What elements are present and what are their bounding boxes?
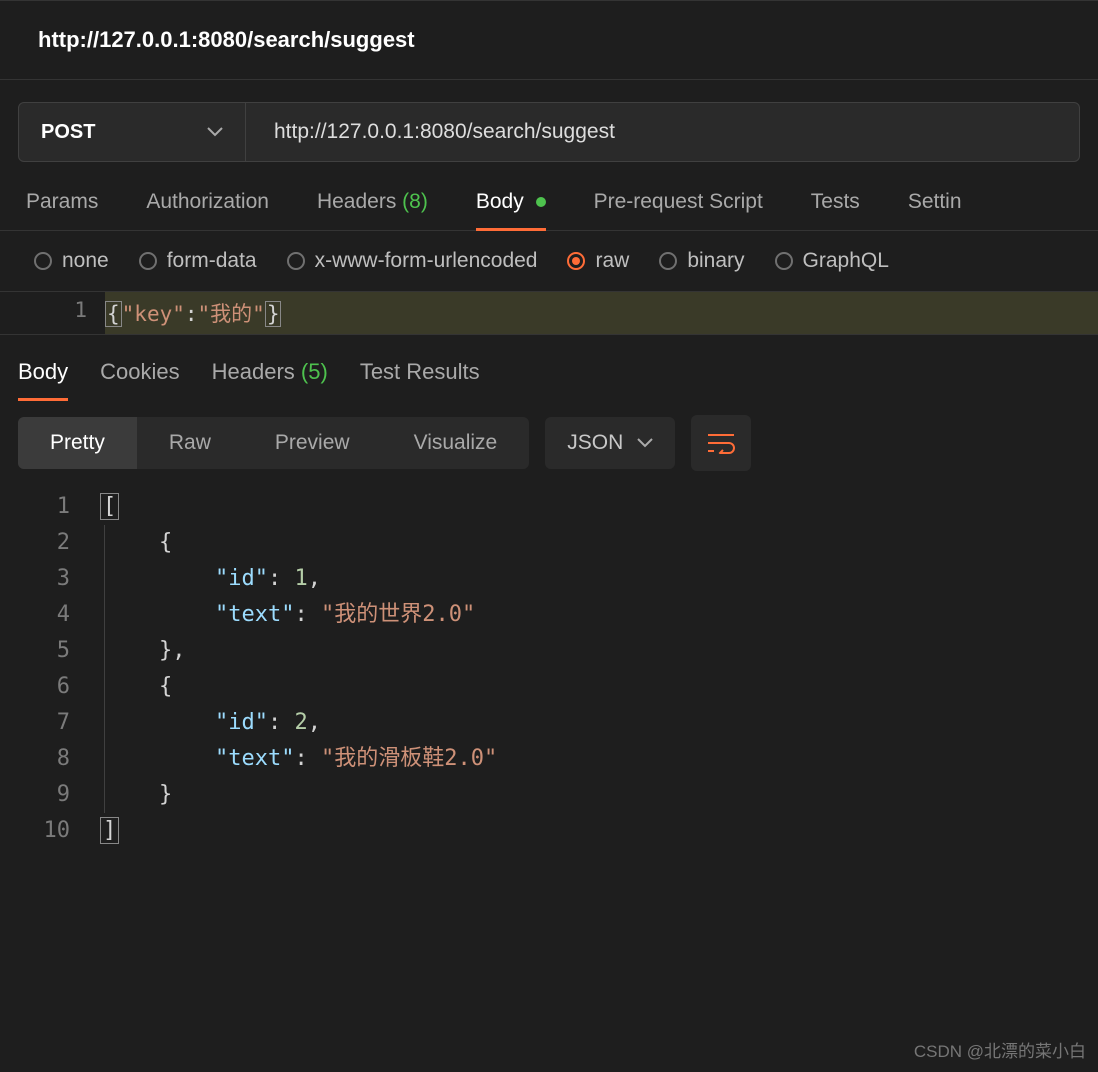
response-section: Body Cookies Headers (5) Test Results Pr…: [0, 334, 1098, 849]
resp-headers-count: (5): [301, 359, 328, 384]
tab-body[interactable]: Body: [476, 190, 546, 230]
view-pretty[interactable]: Pretty: [18, 417, 137, 469]
request-body-line: {"key":"我的"}: [105, 292, 1098, 334]
http-method-label: POST: [41, 121, 95, 144]
radio-icon: [775, 252, 793, 270]
active-dot-icon: [536, 197, 546, 207]
radio-icon: [139, 252, 157, 270]
watermark: CSDN @北漂的菜小白: [914, 1037, 1086, 1062]
view-raw[interactable]: Raw: [137, 417, 243, 469]
request-title: http://127.0.0.1:8080/search/suggest: [0, 0, 1098, 80]
response-tabs: Body Cookies Headers (5) Test Results: [0, 343, 1098, 401]
body-type-binary[interactable]: binary: [659, 249, 744, 273]
format-select[interactable]: JSON: [545, 417, 675, 469]
tab-headers[interactable]: Headers (8): [317, 190, 428, 230]
body-type-urlencoded[interactable]: x-www-form-urlencoded: [287, 249, 538, 273]
http-method-select[interactable]: POST: [18, 102, 246, 162]
response-code: [ { "id": 1, "text": "我的世界2.0" }, { "id"…: [100, 489, 1098, 849]
radio-icon: [567, 252, 585, 270]
resp-tab-testresults[interactable]: Test Results: [360, 359, 480, 401]
tab-headers-label: Headers: [317, 190, 396, 213]
line-number: 1: [0, 292, 105, 334]
resp-headers-label: Headers: [212, 359, 295, 384]
chevron-down-icon: [207, 127, 223, 137]
url-input[interactable]: http://127.0.0.1:8080/search/suggest: [246, 102, 1080, 162]
request-tabs: Params Authorization Headers (8) Body Pr…: [0, 178, 1098, 231]
view-preview[interactable]: Preview: [243, 417, 382, 469]
body-type-row: none form-data x-www-form-urlencoded raw…: [0, 231, 1098, 292]
radio-icon: [659, 252, 677, 270]
tab-prerequest[interactable]: Pre-request Script: [594, 190, 763, 230]
body-type-formdata[interactable]: form-data: [139, 249, 257, 273]
response-editor[interactable]: 1 2 3 4 5 6 7 8 9 10 [ { "id": 1, "text"…: [0, 485, 1098, 849]
tab-params[interactable]: Params: [26, 190, 98, 230]
tab-body-label: Body: [476, 190, 524, 213]
tab-tests[interactable]: Tests: [811, 190, 860, 230]
tab-authorization[interactable]: Authorization: [146, 190, 269, 230]
response-tools: Pretty Raw Preview Visualize JSON: [0, 401, 1098, 485]
view-visualize[interactable]: Visualize: [382, 417, 530, 469]
response-gutter: 1 2 3 4 5 6 7 8 9 10: [0, 489, 100, 849]
request-body-editor[interactable]: 1 {"key":"我的"}: [0, 292, 1098, 334]
line-wrap-button[interactable]: [691, 415, 751, 471]
tab-headers-count: (8): [402, 190, 428, 213]
view-mode-tabs: Pretty Raw Preview Visualize: [18, 417, 529, 469]
radio-icon: [287, 252, 305, 270]
radio-icon: [34, 252, 52, 270]
resp-tab-headers[interactable]: Headers (5): [212, 359, 328, 401]
body-type-none[interactable]: none: [34, 249, 109, 273]
resp-tab-body[interactable]: Body: [18, 359, 68, 401]
url-value: http://127.0.0.1:8080/search/suggest: [274, 120, 615, 144]
request-row: POST http://127.0.0.1:8080/search/sugges…: [0, 80, 1098, 178]
wrap-icon: [707, 432, 735, 454]
chevron-down-icon: [637, 438, 653, 448]
body-type-graphql[interactable]: GraphQL: [775, 249, 889, 273]
resp-tab-cookies[interactable]: Cookies: [100, 359, 179, 401]
tab-settings[interactable]: Settin: [908, 190, 962, 230]
body-type-raw[interactable]: raw: [567, 249, 629, 273]
format-label: JSON: [567, 431, 623, 455]
